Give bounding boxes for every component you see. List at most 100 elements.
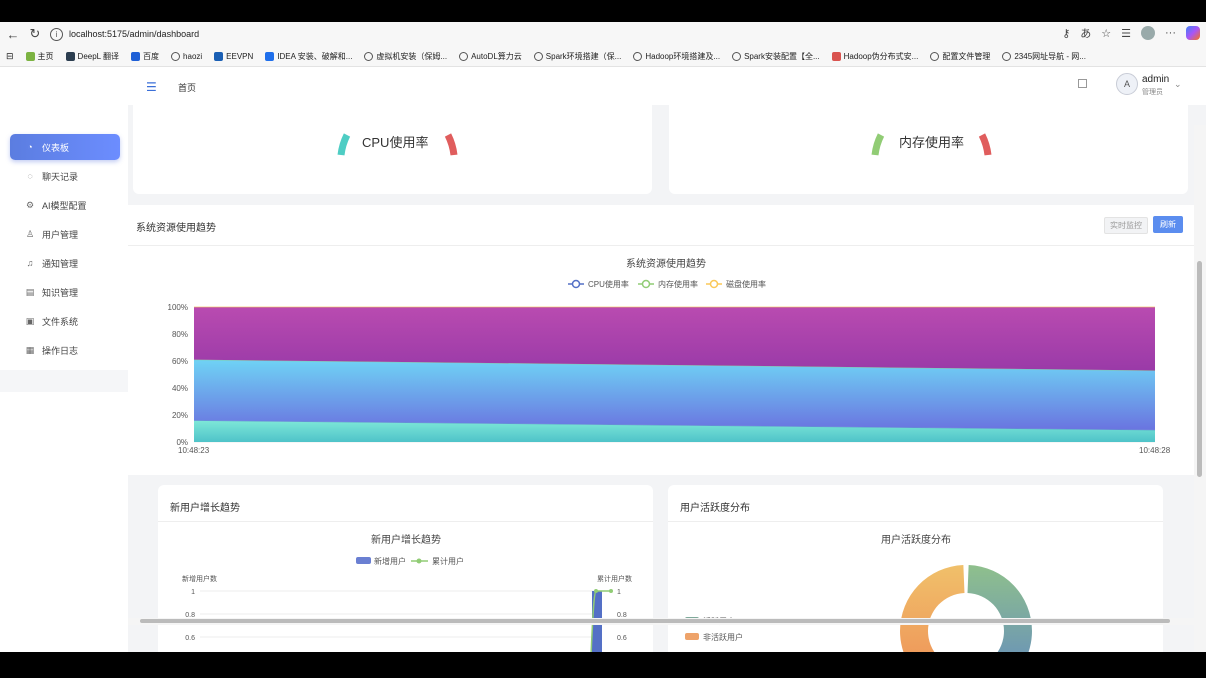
sidebar-item-6[interactable]: ▤ 知识管理 bbox=[10, 279, 120, 305]
bookmark-label: Hadoop伪分布式安... bbox=[843, 51, 919, 61]
sidebar-item-3[interactable]: ⚙ AI模型配置 bbox=[10, 192, 120, 218]
legend-marker bbox=[709, 279, 719, 289]
y-tick-label: 60% bbox=[172, 357, 188, 366]
bookmark-item[interactable]: 虚拟机安装（保姆... bbox=[364, 51, 447, 62]
sidebar-item-1[interactable]: ◔ 仪表板 bbox=[10, 134, 120, 160]
legend-label: 磁盘使用率 bbox=[726, 279, 766, 289]
bookmark-label: AutoDL算力云 bbox=[471, 51, 522, 61]
y-axis-label-left: 新增用户数 bbox=[182, 574, 217, 583]
profile-avatar-icon[interactable] bbox=[1141, 26, 1155, 40]
fullscreen-icon[interactable] bbox=[1078, 79, 1087, 88]
bookmark-item[interactable]: Hadoop伪分布式安... bbox=[831, 51, 919, 62]
cpu-gauge-label: CPU使用率 bbox=[362, 135, 429, 150]
bookmark-item[interactable]: AutoDL算力云 bbox=[459, 51, 522, 62]
back-icon[interactable]: ← bbox=[4, 25, 22, 43]
area-series-3 bbox=[194, 307, 1155, 371]
sidebar-item-8[interactable]: ▦ 操作日志 bbox=[10, 337, 120, 363]
bookmark-item[interactable]: DeepL 翻译 bbox=[65, 51, 119, 62]
legend-label: CPU使用率 bbox=[588, 279, 629, 289]
admin-app: ◔ 仪表板 ◌ 聊天记录 ⚙ AI模型配置 ♙ 用户管理 ♫ 通知管理 ▤ 知识管理 ▣ 文件系统 ▦ 操作日… bbox=[0, 67, 1206, 652]
site-info-icon[interactable]: i bbox=[50, 27, 63, 41]
bookmark-item[interactable]: EEVPN bbox=[214, 51, 254, 61]
refresh-button[interactable]: 刷新 bbox=[1153, 216, 1183, 233]
horizontal-scroll-thumb[interactable] bbox=[140, 619, 1170, 623]
chevron-down-icon[interactable]: ⌄ bbox=[1174, 79, 1182, 90]
favorite-star-icon[interactable]: ☆ bbox=[1101, 27, 1111, 40]
user-role: 管理员 bbox=[1142, 89, 1163, 96]
legend-label: 新增用户 bbox=[374, 556, 406, 566]
y-axis-label-right: 累计用户数 bbox=[597, 574, 632, 583]
bookmark-icon bbox=[831, 51, 841, 61]
translate-icon[interactable]: あ bbox=[1080, 25, 1091, 41]
bookmark-icon bbox=[131, 51, 141, 61]
y-tick-label-right: 1 bbox=[617, 589, 621, 596]
breadcrumb[interactable]: 首页 bbox=[178, 81, 196, 94]
key-icon[interactable]: ⚷ bbox=[1062, 27, 1070, 40]
point-total-users bbox=[594, 589, 598, 593]
bookmarks-bar: ⊟ 主页 DeepL 翻译 百度 haozi EEVPN IDEA 安装、破解和... 虚拟… bbox=[0, 46, 1206, 67]
more-icon[interactable]: ··· bbox=[1165, 27, 1176, 39]
legend-item: 非活跃用户 bbox=[685, 632, 743, 642]
bookmark-icon bbox=[265, 51, 275, 61]
bookmark-label: 虚拟机安装（保姆... bbox=[376, 51, 448, 61]
sidebar-item-4[interactable]: ♙ 用户管理 bbox=[10, 221, 120, 247]
bookmark-label: EEVPN bbox=[226, 51, 254, 61]
y-tick-label: 80% bbox=[172, 330, 188, 339]
legend-label: 非活跃用户 bbox=[703, 632, 743, 642]
folder-icon: ▣ bbox=[25, 315, 35, 326]
bookmark-item[interactable]: 百度 bbox=[131, 51, 159, 62]
bookmark-item[interactable]: 2345网址导航 - 网... bbox=[1002, 51, 1086, 62]
legend-swatch bbox=[356, 557, 371, 564]
bookmark-item[interactable]: 配置文件管理 bbox=[930, 51, 990, 62]
bookmark-label: haozi bbox=[183, 51, 203, 61]
bookmark-item[interactable]: Hadoop环境搭建及... bbox=[633, 51, 720, 62]
vertical-scrollbar[interactable] bbox=[1194, 125, 1206, 652]
user-growth-card: 新用户增长趋势 新用户增长趋势 新增用户 累计用户 新增用户数 累计用户数 1 1 0.8 0.… bbox=[158, 485, 653, 652]
resource-section-title: 系统资源使用趋势 bbox=[136, 223, 216, 234]
sidebar-item-2[interactable]: ◌ 聊天记录 bbox=[10, 163, 120, 189]
address-text: localhost:5175/admin/dashboard bbox=[69, 29, 200, 39]
reload-icon[interactable]: ↻ bbox=[26, 25, 44, 43]
bookmark-item[interactable]: Spark环境搭建（保... bbox=[533, 51, 621, 62]
legend-label: 累计用户 bbox=[432, 556, 464, 566]
resource-trend-chart: 系统资源使用趋势CPU使用率 内存使用率 磁盘使用率0%20%40%60%80%10… bbox=[168, 257, 1171, 455]
main-content: CPU使用率 内存使用率 系统资源使用趋势 实时监控 刷新 系统资源使用趋势 CP… bbox=[128, 105, 1194, 652]
bookmark-item[interactable]: 主页 bbox=[25, 51, 54, 62]
y-tick-label-left: 1 bbox=[191, 589, 195, 596]
bookmark-label: Spark安装配置【全... bbox=[744, 51, 820, 61]
legend-marker bbox=[641, 279, 651, 289]
menu-toggle-icon[interactable]: ☰ bbox=[146, 80, 157, 94]
copilot-icon[interactable] bbox=[1186, 26, 1200, 40]
y-tick-label: 100% bbox=[168, 303, 188, 312]
bookmark-icon bbox=[1002, 51, 1012, 61]
bookmark-icon bbox=[214, 51, 224, 61]
chart-title: 系统资源使用趋势 bbox=[626, 257, 706, 270]
bookmark-icon bbox=[533, 51, 543, 61]
bookmark-item[interactable]: Spark安装配置【全... bbox=[732, 51, 820, 62]
collections-icon[interactable]: ☰ bbox=[1121, 27, 1131, 40]
memory-gauge-arc-low bbox=[871, 133, 885, 156]
address-bar[interactable]: i localhost:5175/admin/dashboard bbox=[50, 25, 199, 43]
dashboard-icon: ◔ bbox=[27, 142, 33, 152]
bookmark-icon bbox=[65, 51, 75, 61]
vertical-scroll-thumb[interactable] bbox=[1197, 261, 1202, 477]
avatar[interactable]: A bbox=[1116, 73, 1138, 95]
sidebar-item-7[interactable]: ▣ 文件系统 bbox=[10, 308, 120, 334]
bookmark-item[interactable]: IDEA 安装、破解和... bbox=[265, 51, 352, 62]
bookmark-item[interactable]: haozi bbox=[171, 51, 203, 61]
x-tick-label: 10:48:28 bbox=[1139, 446, 1171, 455]
chart-title: 新用户增长趋势 bbox=[371, 533, 441, 546]
sidebar-item-5[interactable]: ♫ 通知管理 bbox=[10, 250, 120, 276]
horizontal-scrollbar[interactable] bbox=[128, 618, 1194, 625]
user-name[interactable]: admin bbox=[1142, 74, 1169, 85]
bookmark-label: 2345网址导航 - 网... bbox=[1014, 51, 1086, 61]
browser-actions: ⚷ あ ☆ ☰ ··· bbox=[1062, 25, 1200, 41]
sidebar-item-label: 聊天记录 bbox=[42, 171, 79, 182]
donut-slice-2 bbox=[900, 565, 965, 652]
document-icon: ▤ bbox=[25, 286, 35, 297]
memory-gauge-arc-high bbox=[978, 133, 992, 156]
y-tick-label: 20% bbox=[172, 411, 188, 420]
realtime-monitor-button[interactable]: 实时监控 bbox=[1104, 217, 1148, 234]
bookmarks-menu-icon[interactable]: ⊟ bbox=[6, 51, 14, 62]
cpu-gauge-arc-low bbox=[337, 133, 351, 156]
